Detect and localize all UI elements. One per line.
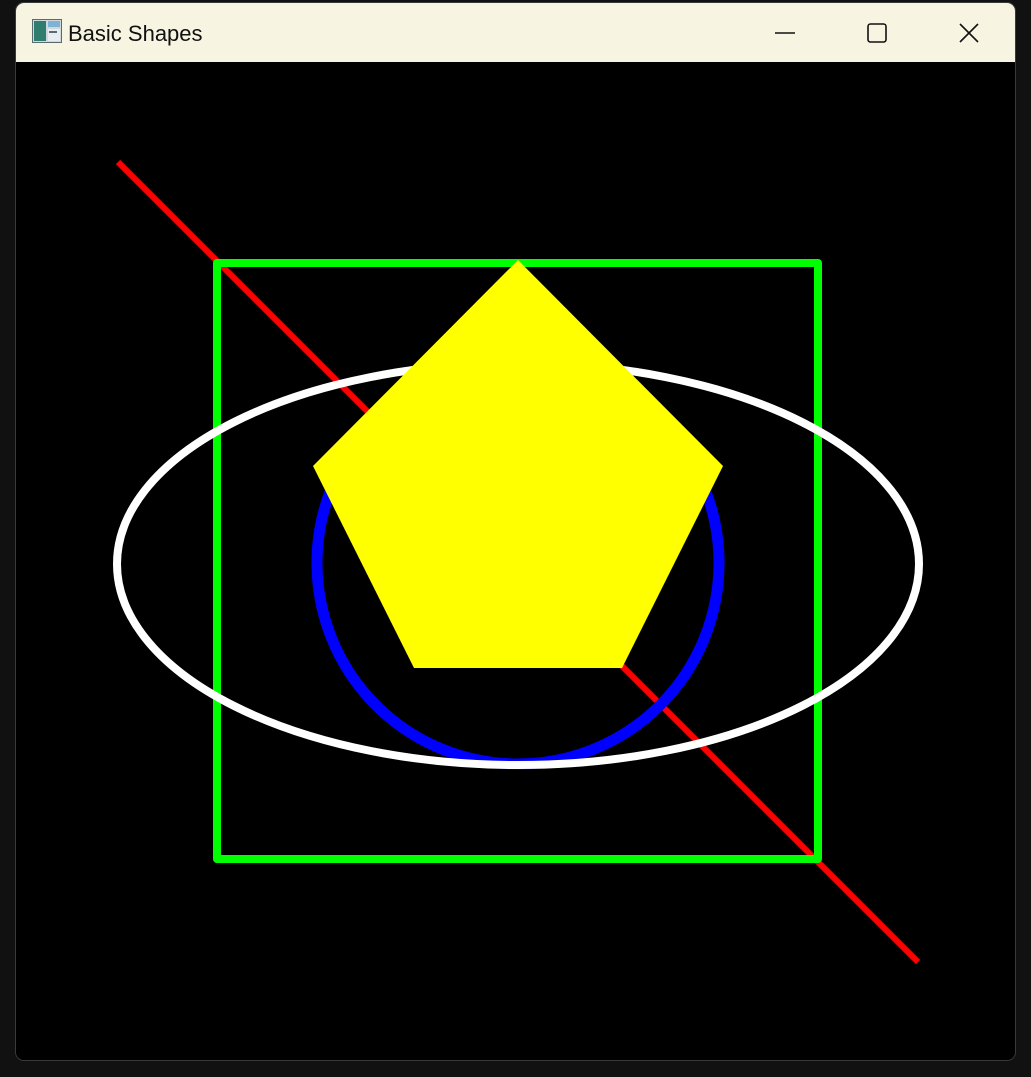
maximize-icon: [867, 22, 887, 43]
maximize-button[interactable]: [831, 3, 923, 62]
drawing-canvas: [16, 62, 1015, 1060]
minimize-icon: [775, 31, 795, 34]
title-bar[interactable]: Basic Shapes: [16, 3, 1015, 62]
app-window: Basic Shapes: [15, 2, 1016, 1061]
close-button[interactable]: [923, 3, 1015, 62]
yellow-pentagon: [313, 260, 723, 668]
minimize-button[interactable]: [739, 3, 831, 62]
close-icon: [959, 22, 979, 43]
shapes-drawing: [113, 159, 923, 965]
window-title: Basic Shapes: [68, 21, 203, 46]
app-window-icon: [32, 19, 62, 43]
